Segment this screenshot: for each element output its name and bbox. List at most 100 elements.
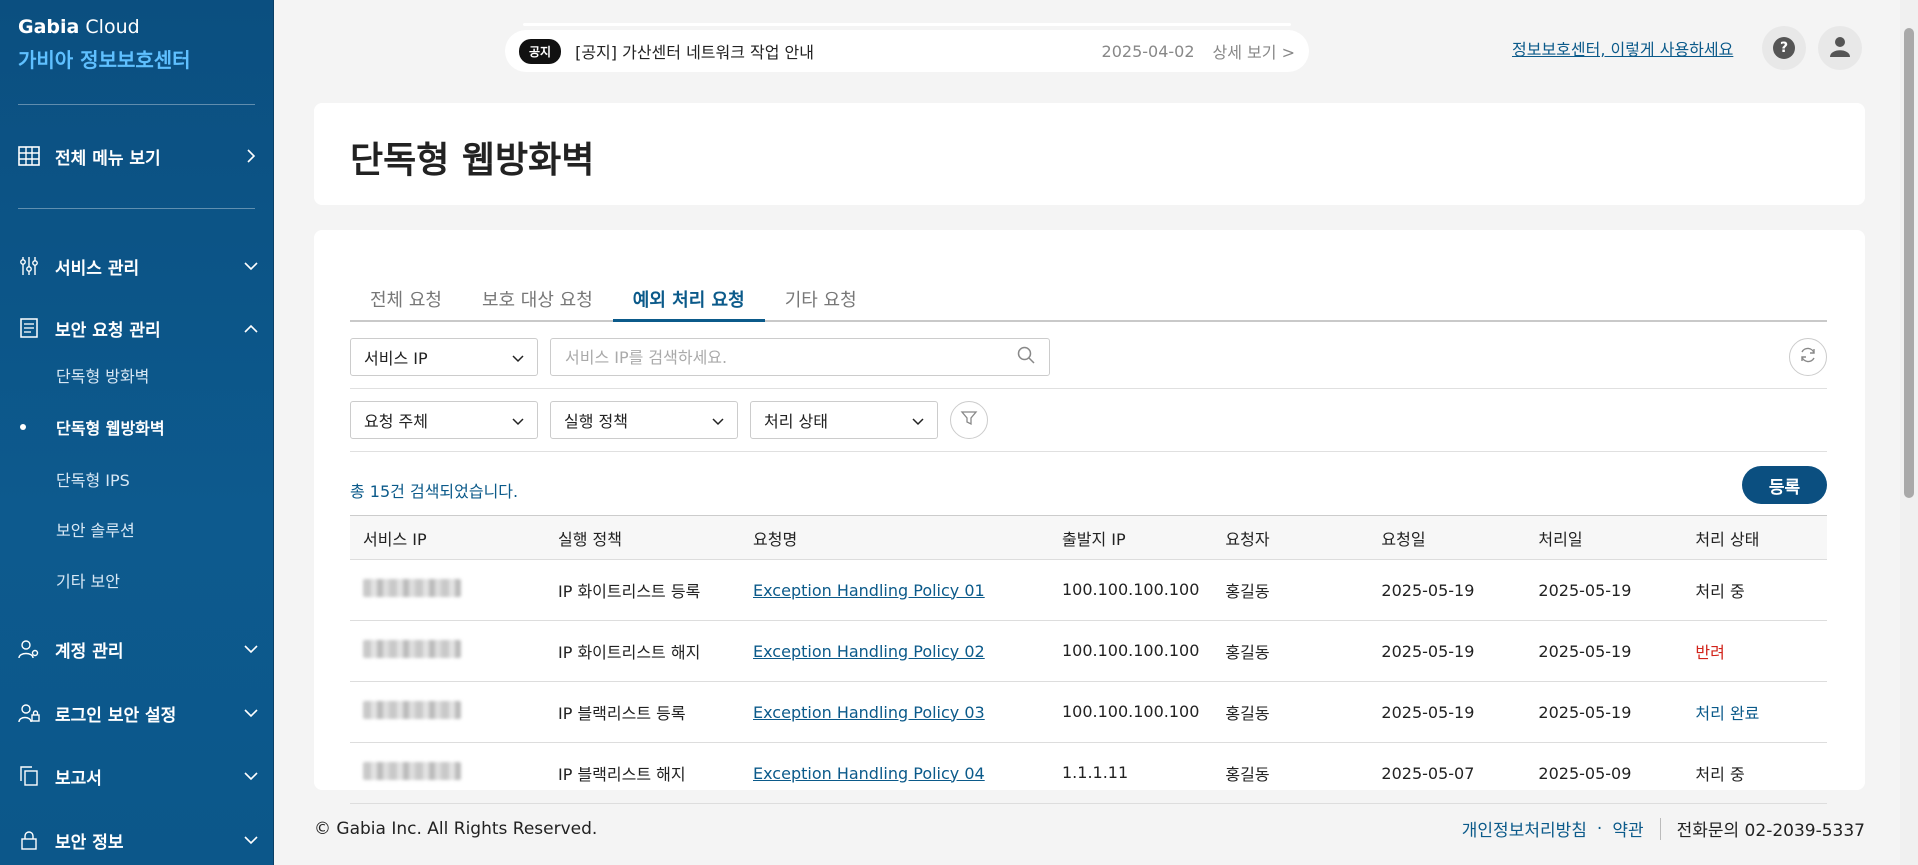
footer-links: 개인정보처리방침 · 약관 전화문의 02-2039-5337 [1462, 816, 1865, 841]
status-value: 처리 상태 [764, 412, 828, 431]
column-header: 실행 정책 [545, 515, 740, 560]
tab-other[interactable]: 기타 요청 [765, 286, 877, 322]
user-icon [1828, 34, 1852, 62]
help-button[interactable]: ? [1762, 26, 1806, 70]
requester-cell: 홍길동 [1212, 559, 1369, 621]
table-row[interactable]: IP 블랙리스트 등록 Exception Handling Policy 03… [350, 681, 1827, 743]
copyright: © Gabia Inc. All Rights Reserved. [314, 818, 598, 839]
column-header: 요청명 [740, 515, 1049, 560]
help-icon: ? [1773, 37, 1795, 59]
process-date-cell: 2025-05-19 [1525, 681, 1683, 743]
chevron-down-icon [912, 411, 924, 430]
filter-button[interactable] [950, 401, 988, 439]
sidebar-item-login-security[interactable]: 로그인 보안 설정 [18, 698, 258, 728]
all-menu-button[interactable]: 전체 메뉴 보기 [18, 141, 258, 171]
status-select[interactable]: 처리 상태 [750, 401, 938, 439]
scrollbar[interactable] [1900, 0, 1918, 865]
status-cell: 처리 중 [1682, 559, 1827, 621]
column-header: 처리일 [1525, 515, 1683, 560]
terms-link[interactable]: 약관 [1612, 816, 1643, 841]
document-icon [18, 317, 40, 339]
policy-select[interactable]: 실행 정책 [550, 401, 738, 439]
table-row[interactable]: IP 화이트리스트 해지 Exception Handling Policy 0… [350, 620, 1827, 682]
filter-icon [960, 409, 978, 431]
tab-exception[interactable]: 예외 처리 요청 [612, 286, 765, 322]
requester-value: 요청 주체 [364, 412, 428, 431]
search-type-select[interactable]: 서비스 IP [350, 338, 538, 376]
sidebar-item-label: 보안 요청 관리 [55, 320, 161, 341]
request-name-link[interactable]: Exception Handling Policy 02 [753, 642, 985, 661]
tab-all[interactable]: 전체 요청 [350, 286, 462, 322]
chevron-down-icon [244, 259, 258, 273]
requester-cell: 홍길동 [1212, 681, 1369, 743]
column-header: 출발지 IP [1049, 515, 1213, 560]
chevron-down-icon [244, 642, 258, 656]
search-icon[interactable] [1017, 346, 1035, 368]
chevron-down-icon [512, 348, 524, 367]
footer: © Gabia Inc. All Rights Reserved. 개인정보처리… [314, 816, 1865, 841]
register-button[interactable]: 등록 [1742, 466, 1827, 504]
chevron-down-icon [712, 411, 724, 430]
masked-ip [363, 640, 461, 658]
scrollbar-thumb[interactable] [1904, 28, 1914, 498]
request-name-link[interactable]: Exception Handling Policy 04 [753, 764, 985, 783]
chevron-down-icon [512, 411, 524, 430]
active-dot [20, 424, 26, 430]
column-header: 서비스 IP [350, 515, 545, 560]
request-name-cell: Exception Handling Policy 03 [740, 681, 1049, 743]
copy-document-icon [18, 765, 40, 787]
guide-link[interactable]: 정보보호센터, 이렇게 사용하세요 [1512, 36, 1733, 60]
table-row[interactable]: IP 블랙리스트 해지 Exception Handling Policy 04… [350, 742, 1827, 804]
notice-title[interactable]: [공지] 가산센터 네트워크 작업 안내 [575, 39, 814, 63]
page-title: 단독형 웹방화벽 [350, 140, 595, 181]
table-row[interactable]: IP 화이트리스트 등록 Exception Handling Policy 0… [350, 559, 1827, 621]
refresh-button[interactable] [1789, 338, 1827, 376]
tab-bar: 전체 요청 보호 대상 요청 예외 처리 요청 기타 요청 [350, 286, 1827, 322]
sidebar-item-account[interactable]: 계정 관리 [18, 634, 258, 664]
service-ip-cell [350, 559, 545, 621]
all-menu-label: 전체 메뉴 보기 [55, 148, 161, 169]
masked-ip [363, 579, 461, 597]
policy-cell: IP 화이트리스트 해지 [545, 620, 740, 682]
sidebar-sub-ips[interactable]: 단독형 IPS [56, 467, 130, 491]
brand[interactable]: Gabia Cloud 가비아 정보보호센터 [0, 0, 273, 73]
requester-cell: 홍길동 [1212, 620, 1369, 682]
source-ip-cell: 100.100.100.100 [1049, 559, 1213, 621]
footer-dot: · [1596, 818, 1603, 839]
sidebar-item-security-request[interactable]: 보안 요청 관리 [18, 313, 258, 343]
tab-protected[interactable]: 보호 대상 요청 [462, 286, 613, 322]
notice-detail-link[interactable]: 상세 보기 > [1213, 39, 1295, 63]
sidebar-sub-solution[interactable]: 보안 솔루션 [56, 517, 135, 541]
chevron-down-icon [244, 769, 258, 783]
request-name-cell: Exception Handling Policy 02 [740, 620, 1049, 682]
sidebar-item-security-info[interactable]: 보안 정보 [18, 825, 258, 855]
sidebar-divider [18, 104, 255, 105]
source-ip-cell: 100.100.100.100 [1049, 681, 1213, 743]
request-name-cell: Exception Handling Policy 04 [740, 742, 1049, 804]
search-type-value: 서비스 IP [364, 349, 428, 368]
profile-button[interactable] [1818, 26, 1862, 70]
brand-center: 가비아 정보보호센터 [18, 48, 191, 72]
sidebar-item-service[interactable]: 서비스 관리 [18, 251, 258, 281]
chevron-down-icon [244, 706, 258, 720]
sidebar-item-report[interactable]: 보고서 [18, 761, 258, 791]
sidebar-sub-other[interactable]: 기타 보안 [56, 568, 120, 592]
requester-cell: 홍길동 [1212, 742, 1369, 804]
sidebar-sub-waf[interactable]: 단독형 웹방화벽 [56, 415, 165, 439]
sidebar: Gabia Cloud 가비아 정보보호센터 전체 메뉴 보기 서비스 관리 보… [0, 0, 274, 865]
sidebar-sub-firewall[interactable]: 단독형 방화벽 [56, 363, 149, 387]
privacy-link[interactable]: 개인정보처리방침 [1462, 816, 1587, 841]
policy-cell: IP 블랙리스트 등록 [545, 681, 740, 743]
search-input[interactable] [565, 347, 1017, 367]
source-ip-cell: 100.100.100.100 [1049, 620, 1213, 682]
requester-select[interactable]: 요청 주체 [350, 401, 538, 439]
filter-divider [350, 388, 1827, 389]
policy-value: 실행 정책 [564, 412, 628, 431]
notice-bar[interactable]: 공지 [공지] 가산센터 네트워크 작업 안내 2025-04-02 상세 보기… [505, 23, 1309, 72]
service-ip-cell [350, 742, 545, 804]
masked-ip [363, 762, 461, 780]
request-name-link[interactable]: Exception Handling Policy 03 [753, 703, 985, 722]
status-cell: 반려 [1682, 620, 1827, 682]
service-ip-cell [350, 620, 545, 682]
request-name-link[interactable]: Exception Handling Policy 01 [753, 581, 985, 600]
